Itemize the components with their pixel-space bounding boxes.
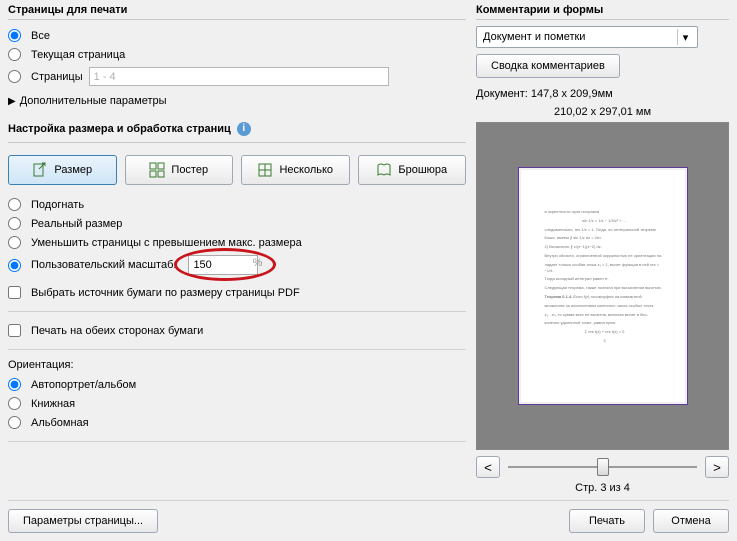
sizing-title: Настройка размера и обработка страниц: [8, 123, 231, 135]
paper-size-label: 210,02 x 297,01 мм: [476, 106, 729, 118]
page-thumbnail: в окрестности нуля получаем sin 1/z = 1/…: [518, 167, 688, 405]
page-setup-button[interactable]: Параметры страницы...: [8, 509, 158, 533]
print-button[interactable]: Печать: [569, 509, 645, 533]
pages-input[interactable]: [89, 67, 389, 86]
radio-fit[interactable]: [8, 198, 21, 211]
divider: [8, 311, 466, 312]
label-duplex: Печать на обеих сторонах бумаги: [31, 325, 203, 337]
label-fit: Подогнать: [31, 199, 84, 211]
booklet-icon: [376, 162, 392, 178]
radio-pages[interactable]: [8, 70, 21, 83]
comments-title: Комментарии и формы: [476, 4, 729, 20]
size-icon: [32, 162, 48, 178]
orientation-title: Ориентация:: [8, 359, 466, 371]
label-auto-orientation: Автопортрет/альбом: [31, 379, 136, 391]
label-pages: Страницы: [31, 71, 83, 83]
label-landscape: Альбомная: [31, 417, 89, 429]
checkbox-duplex[interactable]: [8, 324, 21, 337]
divider: [8, 441, 466, 442]
label-shrink: Уменьшить страницы с превышением макс. р…: [31, 237, 302, 249]
label-custom-scale: Пользовательский масштаб:: [31, 259, 176, 271]
label-current: Текущая страница: [31, 49, 125, 61]
radio-shrink[interactable]: [8, 236, 21, 249]
label-paper-source: Выбрать источник бумаги по размеру стран…: [31, 287, 300, 299]
divider: [8, 349, 466, 350]
poster-icon: [149, 162, 165, 178]
label-actual: Реальный размер: [31, 218, 122, 230]
size-button[interactable]: Размер: [8, 155, 117, 185]
chevron-right-icon: ▶: [8, 96, 16, 107]
checkbox-paper-source[interactable]: [8, 286, 21, 299]
cancel-button[interactable]: Отмена: [653, 509, 729, 533]
info-icon[interactable]: i: [237, 122, 251, 136]
more-options-expander[interactable]: ▶ Дополнительные параметры: [8, 95, 466, 107]
more-options-label: Дополнительные параметры: [20, 95, 167, 107]
radio-custom-scale[interactable]: [8, 259, 21, 272]
label-all: Все: [31, 30, 50, 42]
comments-select[interactable]: Документ и пометки ▾: [476, 26, 698, 48]
poster-button[interactable]: Постер: [125, 155, 234, 185]
radio-landscape[interactable]: [8, 416, 21, 429]
radio-auto-orientation[interactable]: [8, 378, 21, 391]
multiple-button[interactable]: Несколько: [241, 155, 350, 185]
pages-to-print-title: Страницы для печати: [8, 4, 466, 20]
next-page-button[interactable]: >: [705, 456, 729, 478]
slider-thumb[interactable]: [597, 458, 609, 476]
page-slider[interactable]: [508, 456, 697, 478]
chevron-down-icon: ▾: [677, 29, 693, 45]
radio-portrait[interactable]: [8, 397, 21, 410]
multiple-icon: [257, 162, 273, 178]
percent-label: %: [253, 257, 263, 269]
document-size-label: Документ: 147,8 x 209,9мм: [476, 88, 729, 100]
comments-select-value: Документ и пометки: [483, 31, 585, 43]
label-portrait: Книжная: [31, 398, 75, 410]
radio-current[interactable]: [8, 48, 21, 61]
page-indicator: Стр. 3 из 4: [476, 482, 729, 494]
radio-all[interactable]: [8, 29, 21, 42]
booklet-button[interactable]: Брошюра: [358, 155, 467, 185]
preview-area: в окрестности нуля получаем sin 1/z = 1/…: [476, 122, 729, 450]
scale-input[interactable]: [188, 255, 258, 275]
radio-actual[interactable]: [8, 217, 21, 230]
summarize-comments-button[interactable]: Сводка комментариев: [476, 54, 620, 78]
prev-page-button[interactable]: <: [476, 456, 500, 478]
